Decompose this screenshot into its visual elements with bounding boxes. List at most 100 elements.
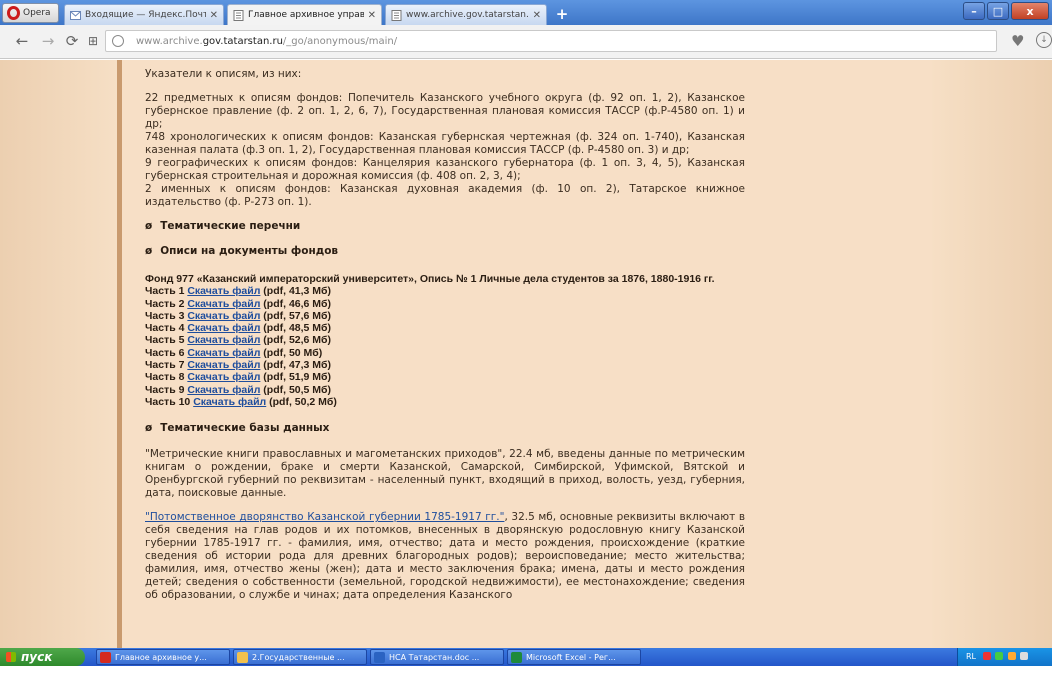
part-info: (pdf, 57,6 Мб) <box>263 309 332 322</box>
taskbar-item-excel[interactable]: Microsoft Excel - Рег... <box>507 649 641 665</box>
url-domain: gov.tatarstan.ru <box>202 35 283 47</box>
taskbar-item-word[interactable]: НСА Татарстан.doc ... <box>370 649 504 665</box>
download-link[interactable]: Скачать файл <box>187 334 260 346</box>
part-label: Часть 7 <box>145 359 185 372</box>
opera-task-icon <box>100 652 111 663</box>
windows-taskbar: пуск Главное архивное у... 2.Государстве… <box>0 648 1052 679</box>
section-databases[interactable]: ø Тематические базы данных <box>145 422 745 434</box>
tab-archive-site[interactable]: www.archive.gov.tatarstan. ✕ <box>385 4 547 25</box>
part-label: Часть 9 <box>145 383 185 396</box>
tab-label: www.archive.gov.tatarstan. <box>406 10 529 20</box>
part-info: (pdf, 52,6 Мб) <box>263 334 332 347</box>
part-label: Часть 5 <box>145 334 185 347</box>
browser-tab-strip: Opera Входящие — Яндекс.Почта ✕ Главное … <box>0 0 1052 25</box>
part-row: Часть 1 Скачать файл (pdf, 41,3 Мб) <box>145 285 745 297</box>
section-thematic-lists[interactable]: ø Тематические перечни <box>145 220 745 232</box>
page-favicon-icon <box>233 9 244 21</box>
tray-clock: 16:33 <box>966 670 990 679</box>
database-metric-books: "Метрические книги православных и магоме… <box>145 448 745 500</box>
section-bullet-icon: ø <box>145 245 153 257</box>
section-inventories[interactable]: ø Описи на документы фондов <box>145 245 745 257</box>
tray-antivirus-icon[interactable] <box>982 652 991 660</box>
downloads-icon[interactable]: ↓ <box>1036 32 1052 48</box>
part-label: Часть 8 <box>145 371 185 384</box>
download-link[interactable]: Скачать файл <box>193 396 266 408</box>
download-link[interactable]: Скачать файл <box>187 384 260 396</box>
url-path: /_go/anonymous/main/ <box>282 35 398 47</box>
content-border-stripe <box>117 60 122 648</box>
site-info-globe-icon[interactable] <box>112 35 124 47</box>
part-info: (pdf, 50 Мб) <box>263 346 323 359</box>
tab-close-icon[interactable]: ✕ <box>533 10 541 21</box>
part-row: Часть 7 Скачать файл (pdf, 47,3 Мб) <box>145 359 745 371</box>
section-title: Описи на документы фондов <box>160 245 339 257</box>
new-tab-button[interactable]: + <box>553 6 571 22</box>
download-link[interactable]: Скачать файл <box>187 310 260 322</box>
main-content: Указатели к описям, из них: 22 предметны… <box>145 68 745 613</box>
nobility-database-link[interactable]: "Потомственное дворянство Казанской губе… <box>145 511 504 523</box>
download-link[interactable]: Скачать файл <box>187 347 260 359</box>
task-label: Microsoft Excel - Рег... <box>526 653 616 662</box>
part-row: Часть 9 Скачать файл (pdf, 50,5 Мб) <box>145 384 745 396</box>
taskbar-item-folder[interactable]: 2.Государственные ... <box>233 649 367 665</box>
page-viewport[interactable]: Указатели к описям, из них: 22 предметны… <box>0 60 1052 648</box>
download-link[interactable]: Скачать файл <box>187 371 260 383</box>
index-geographic-paragraph: 9 географических к описям фондов: Канцел… <box>145 157 745 182</box>
tab-archive-main[interactable]: Главное архивное управле ✕ <box>227 4 382 25</box>
index-names-paragraph: 2 именных к описям фондов: Казанская дух… <box>145 183 745 208</box>
word-task-icon <box>374 652 385 663</box>
part-row: Часть 5 Скачать файл (pdf, 52,6 Мб) <box>145 334 745 346</box>
part-info: (pdf, 50,5 Мб) <box>263 383 332 396</box>
opera-menu-button[interactable]: Opera <box>2 3 59 23</box>
task-label: Главное архивное у... <box>115 653 207 662</box>
part-info: (pdf, 47,3 Мб) <box>263 359 332 372</box>
opera-logo-icon <box>7 6 20 20</box>
task-label: 2.Государственные ... <box>252 653 345 662</box>
download-link[interactable]: Скачать файл <box>187 359 260 371</box>
part-info: (pdf, 50,2 Мб) <box>269 395 337 408</box>
part-label: Часть 3 <box>145 309 185 322</box>
start-button[interactable]: пуск <box>0 648 85 666</box>
tab-label: Входящие — Яндекс.Почта <box>85 10 206 20</box>
page-favicon-icon <box>391 9 402 21</box>
part-label: Часть 4 <box>145 322 185 335</box>
maximize-button[interactable]: □ <box>987 2 1009 20</box>
index-subject-paragraph: 22 предметных к описям фондов: Попечител… <box>145 92 745 130</box>
reload-icon[interactable]: ⟳ <box>64 33 80 49</box>
tray-language[interactable]: RL <box>966 652 976 661</box>
tab-yandex-mail[interactable]: Входящие — Яндекс.Почта ✕ <box>64 4 224 25</box>
part-info: (pdf, 41,3 Мб) <box>263 285 332 298</box>
address-toolbar: ← → ⟳ ⊞ www.archive. gov.tatarstan.ru/_go… <box>0 25 1052 59</box>
tray-network-icon[interactable] <box>995 652 1004 660</box>
section-bullet-icon: ø <box>145 422 153 435</box>
part-label: Часть 2 <box>145 297 185 310</box>
window-controls: – □ x <box>961 2 1049 20</box>
download-link[interactable]: Скачать файл <box>187 298 260 310</box>
part-info: (pdf, 51,9 Мб) <box>263 371 332 384</box>
taskbar-item-opera[interactable]: Главное архивное у... <box>96 649 230 665</box>
speed-dial-grid-icon[interactable]: ⊞ <box>85 33 101 49</box>
address-field[interactable]: www.archive. gov.tatarstan.ru/_go/anonymo… <box>105 30 997 52</box>
part-label: Часть 1 <box>145 285 185 298</box>
download-link[interactable]: Скачать файл <box>187 322 260 334</box>
fond-title: Фонд 977 «Казанский императорский универ… <box>145 273 715 285</box>
tab-close-icon[interactable]: ✕ <box>368 10 376 21</box>
section-title: Тематические базы данных <box>160 422 330 435</box>
bookmark-heart-icon[interactable]: ♥ <box>1011 32 1024 50</box>
back-arrow-icon[interactable]: ← <box>14 33 30 49</box>
part-info: (pdf, 48,5 Мб) <box>263 322 332 335</box>
download-link[interactable]: Скачать файл <box>187 285 260 297</box>
close-window-button[interactable]: x <box>1011 2 1049 20</box>
part-row: Часть 8 Скачать файл (pdf, 51,9 Мб) <box>145 371 745 383</box>
tray-volume-icon[interactable] <box>1020 652 1029 660</box>
minimize-button[interactable]: – <box>963 2 985 20</box>
part-row: Часть 2 Скачать файл (pdf, 46,6 Мб) <box>145 298 745 310</box>
excel-task-icon <box>511 652 522 663</box>
forward-arrow-icon[interactable]: → <box>40 33 56 49</box>
section-title: Тематические перечни <box>160 220 301 232</box>
tray-app-icon[interactable] <box>1007 652 1016 660</box>
mail-favicon-icon <box>70 10 81 20</box>
part-row: Часть 6 Скачать файл (pdf, 50 Мб) <box>145 347 745 359</box>
tab-close-icon[interactable]: ✕ <box>210 10 218 21</box>
part-label: Часть 6 <box>145 346 185 359</box>
